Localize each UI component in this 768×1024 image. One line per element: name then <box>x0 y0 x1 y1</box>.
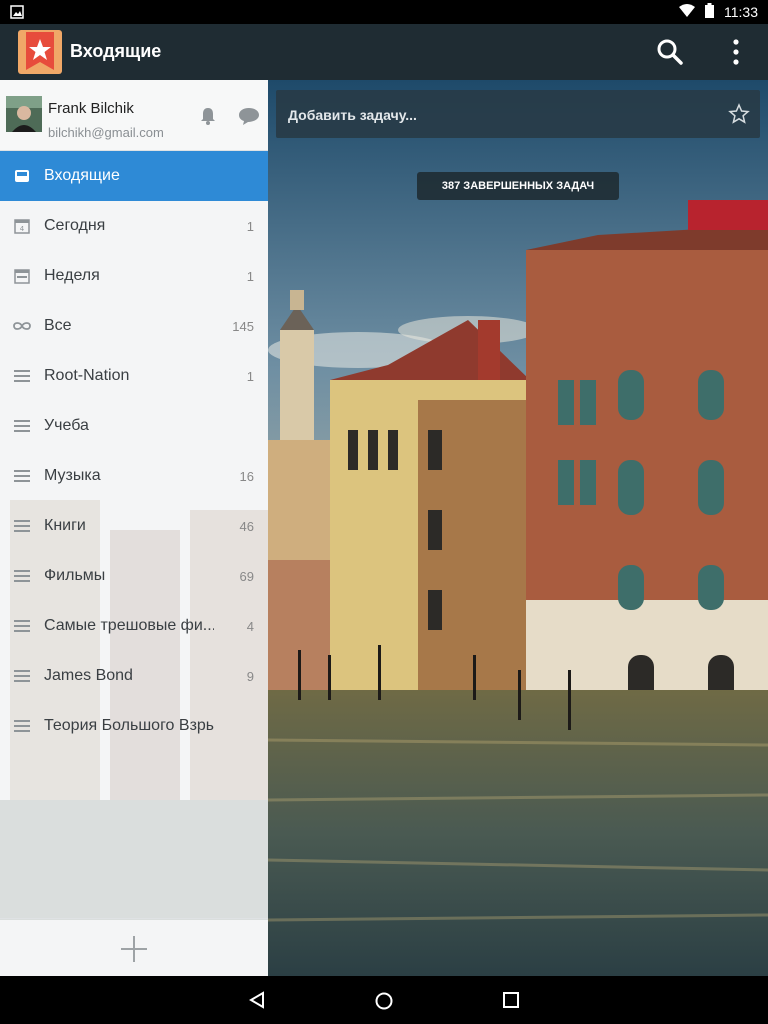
navigation-bar <box>0 976 768 1024</box>
sidebar-item-today[interactable]: 4 Сегодня 1 <box>0 201 268 251</box>
plus-icon <box>120 935 148 968</box>
add-task-placeholder: Добавить задачу... <box>288 107 417 123</box>
completed-tasks-button[interactable]: 387 ЗАВЕРШЕННЫХ ЗАДАЧ <box>417 172 619 200</box>
sidebar: Frank Bilchik bilchikh@gmail.com Входящи… <box>0 80 268 976</box>
wunderlist-logo-icon[interactable] <box>16 28 64 76</box>
comments-icon[interactable] <box>238 106 260 131</box>
sidebar-item-james-bond[interactable]: James Bond 9 <box>0 651 268 701</box>
inbox-icon <box>0 169 44 183</box>
sidebar-item-music[interactable]: Музыка 16 <box>0 451 268 501</box>
list-icon <box>0 670 44 682</box>
back-icon[interactable] <box>248 991 266 1014</box>
list-icon <box>0 570 44 582</box>
user-profile[interactable]: Frank Bilchik bilchikh@gmail.com <box>0 80 268 151</box>
sidebar-item-books[interactable]: Книги 46 <box>0 501 268 551</box>
home-icon[interactable] <box>374 991 394 1016</box>
list-icon <box>0 420 44 432</box>
battery-icon <box>705 3 714 21</box>
add-task-input[interactable]: Добавить задачу... <box>276 90 760 138</box>
sidebar-item-root-nation[interactable]: Root-Nation 1 <box>0 351 268 401</box>
wifi-icon <box>679 3 695 21</box>
clock: 11:33 <box>724 4 758 20</box>
profile-name: Frank Bilchik <box>48 100 134 117</box>
sidebar-item-trash-movies[interactable]: Самые трешовые фи... 4 <box>0 601 268 651</box>
list-icon <box>0 720 44 732</box>
search-icon[interactable] <box>656 38 684 71</box>
status-bar: 11:33 <box>0 0 768 24</box>
sidebar-item-study[interactable]: Учеба <box>0 401 268 451</box>
add-list-button[interactable] <box>0 918 268 977</box>
sidebar-item-week[interactable]: Неделя 1 <box>0 251 268 301</box>
infinity-icon <box>0 320 44 332</box>
star-icon[interactable] <box>728 103 750 130</box>
image-notification-icon <box>10 5 24 24</box>
recent-apps-icon[interactable] <box>502 991 520 1014</box>
avatar <box>6 96 42 132</box>
app-bar: Входящие <box>0 24 768 80</box>
calendar-week-icon <box>0 268 44 284</box>
profile-email: bilchikh@gmail.com <box>48 125 164 140</box>
list-icon <box>0 470 44 482</box>
svg-text:4: 4 <box>20 225 25 233</box>
list-menu: Входящие 4 Сегодня 1 Неделя 1 Все 145 Ro… <box>0 151 268 751</box>
sidebar-item-all[interactable]: Все 145 <box>0 301 268 351</box>
page-title: Входящие <box>70 41 162 61</box>
list-icon <box>0 520 44 532</box>
sidebar-item-movies[interactable]: Фильмы 69 <box>0 551 268 601</box>
background-image <box>268 80 768 976</box>
sidebar-item-big-bang-theory[interactable]: Теория Большого Взрыва <box>0 701 268 751</box>
sidebar-item-inbox[interactable]: Входящие <box>0 151 268 201</box>
list-icon <box>0 620 44 632</box>
list-icon <box>0 370 44 382</box>
bell-icon[interactable] <box>198 106 218 131</box>
calendar-day-icon: 4 <box>0 218 44 234</box>
more-options-icon[interactable] <box>722 38 750 71</box>
